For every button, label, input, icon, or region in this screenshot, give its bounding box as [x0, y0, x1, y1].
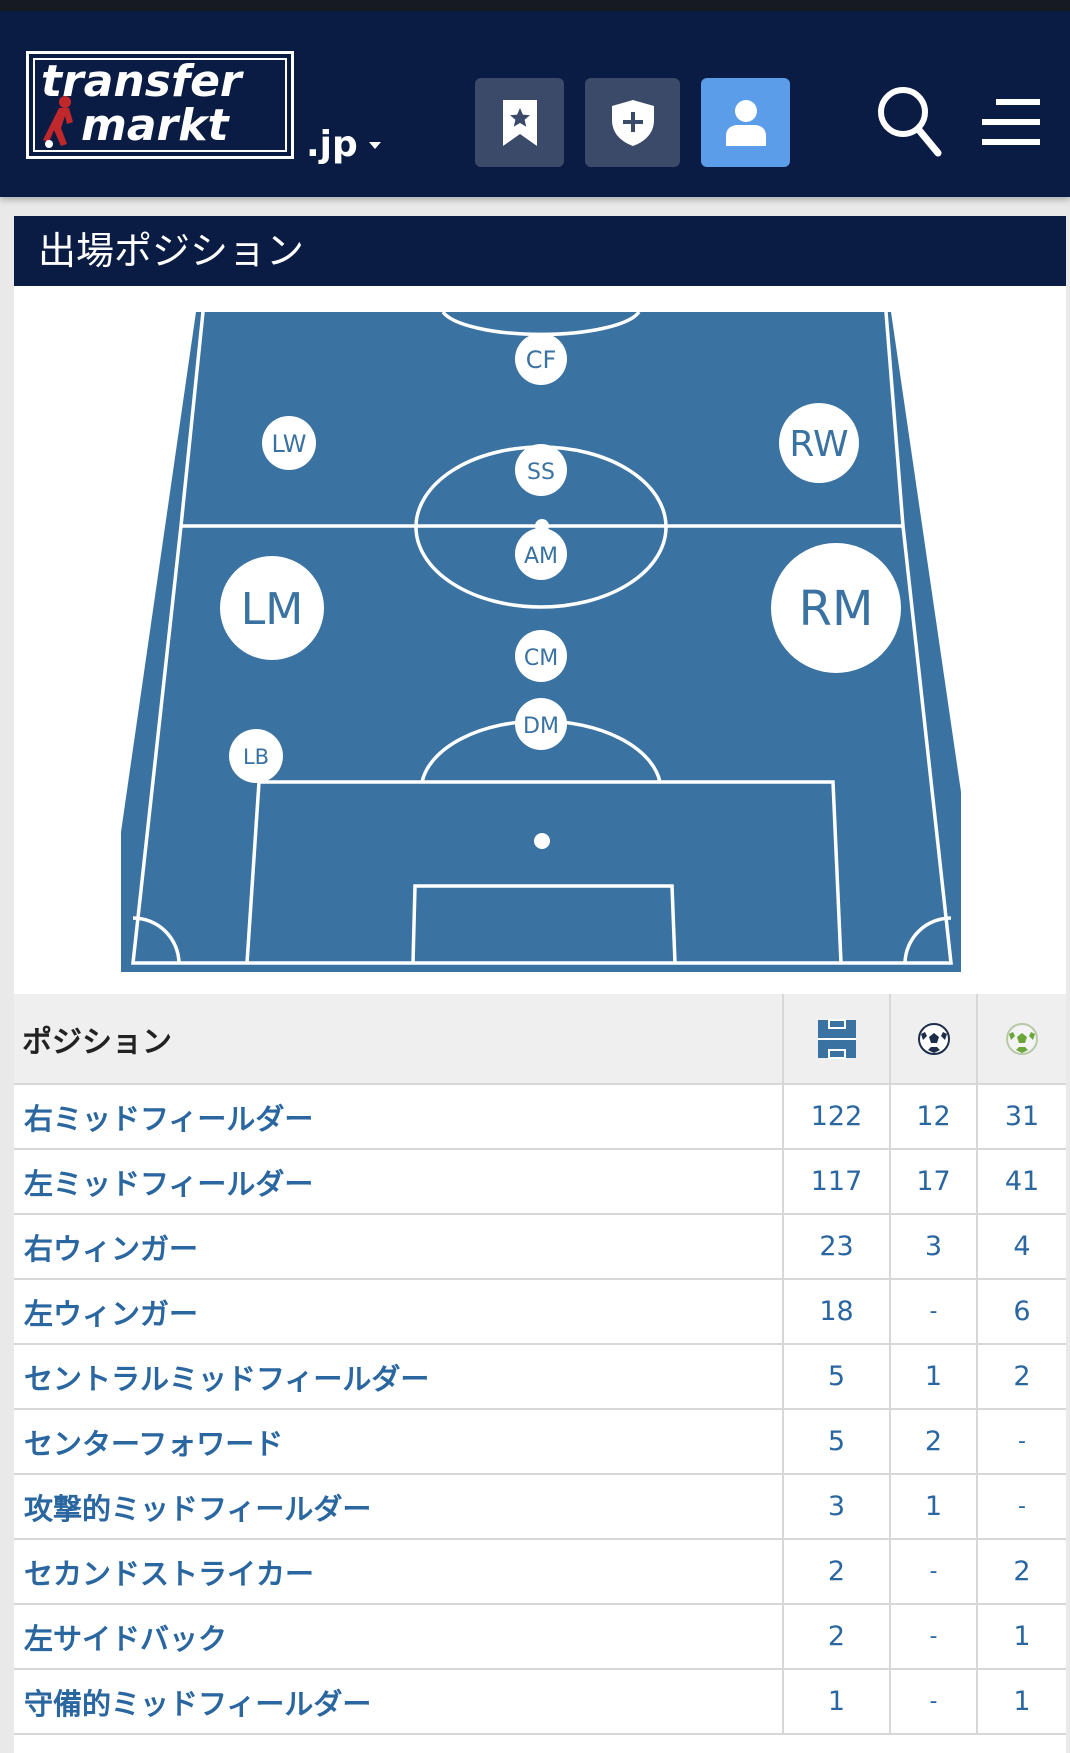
- appearances-value: 117: [782, 1149, 890, 1215]
- position-marker-rw[interactable]: RW: [779, 403, 859, 483]
- appearances-value: 5: [782, 1409, 890, 1475]
- club-follow-button[interactable]: [585, 78, 680, 167]
- assists-value: -: [976, 1474, 1066, 1540]
- position-link[interactable]: 左ウィンガー: [14, 1279, 783, 1345]
- svg-text:AM: AM: [524, 544, 558, 569]
- svg-text:CM: CM: [524, 646, 558, 671]
- assists-value: 4: [976, 1214, 1066, 1280]
- goals-column-header[interactable]: [889, 994, 977, 1085]
- position-link[interactable]: 攻撃的ミッドフィールダー: [14, 1474, 783, 1540]
- appearances-value: 1: [782, 1669, 890, 1735]
- goals-value: -: [889, 1279, 977, 1345]
- position-link[interactable]: セカンドストライカー: [14, 1539, 783, 1605]
- table-row: 右ウィンガー 23 3 4: [14, 1214, 1066, 1280]
- goals-value: 17: [889, 1149, 977, 1215]
- logo-text-transfer: transfer: [41, 56, 242, 107]
- assists-value: 1: [976, 1604, 1066, 1670]
- domain-selector[interactable]: .jp: [306, 125, 358, 165]
- pitch-icon: [817, 1018, 856, 1059]
- goals-value: 2: [889, 1409, 977, 1475]
- user-account-button[interactable]: [701, 78, 790, 167]
- table-header-row: ポジション: [14, 994, 1066, 1085]
- assists-value: 2: [976, 1539, 1066, 1605]
- assists-value: -: [976, 1409, 1066, 1475]
- position-marker-lw[interactable]: LW: [262, 416, 316, 470]
- position-marker-lb[interactable]: LB: [229, 729, 283, 783]
- goals-value: 1: [889, 1344, 977, 1410]
- svg-text:LM: LM: [241, 584, 303, 635]
- goals-value: -: [889, 1669, 977, 1735]
- pitch-diagram: CF LW SS RW AM LM RM CM DM LB: [121, 312, 961, 972]
- assists-value: 1: [976, 1669, 1066, 1735]
- position-marker-cf[interactable]: CF: [515, 333, 567, 385]
- caret-down-icon[interactable]: [369, 142, 381, 149]
- shield-plus-icon: [611, 99, 654, 146]
- svg-text:RM: RM: [799, 581, 874, 637]
- table-row: センターフォワード 5 2 -: [14, 1409, 1066, 1475]
- position-marker-cm[interactable]: CM: [515, 630, 567, 682]
- appearances-value: 5: [782, 1344, 890, 1410]
- appearances-value: 18: [782, 1279, 890, 1345]
- assists-column-header[interactable]: [976, 994, 1066, 1085]
- table-row: 左サイドバック 2 - 1: [14, 1604, 1066, 1670]
- position-marker-dm[interactable]: DM: [515, 698, 567, 750]
- section-title: 出場ポジション: [14, 216, 1066, 286]
- position-link[interactable]: 右ウィンガー: [14, 1214, 783, 1280]
- logo-text-markt: markt: [81, 100, 229, 151]
- assists-value: 6: [976, 1279, 1066, 1345]
- svg-text:DM: DM: [523, 714, 559, 739]
- watchlist-button[interactable]: [475, 78, 564, 167]
- assists-value: 41: [976, 1149, 1066, 1215]
- status-strip: [0, 0, 1070, 11]
- goals-value: -: [889, 1539, 977, 1605]
- bookmark-star-icon: [502, 99, 537, 146]
- table-row: セントラルミッドフィールダー 5 1 2: [14, 1344, 1066, 1410]
- position-link[interactable]: 左ミッドフィールダー: [14, 1149, 783, 1215]
- assist-ball-icon: [1006, 1022, 1038, 1055]
- ball-icon: [917, 1022, 950, 1055]
- svg-text:RW: RW: [789, 424, 848, 465]
- appearances-value: 2: [782, 1539, 890, 1605]
- position-marker-lm[interactable]: LM: [220, 556, 324, 660]
- table-row: セカンドストライカー 2 - 2: [14, 1539, 1066, 1605]
- table-row: 攻撃的ミッドフィールダー 3 1 -: [14, 1474, 1066, 1540]
- svg-text:CF: CF: [526, 346, 557, 374]
- goals-value: 1: [889, 1474, 977, 1540]
- appearances-value: 3: [782, 1474, 890, 1540]
- goals-value: -: [889, 1604, 977, 1670]
- table-row: 右ミッドフィールダー 122 12 31: [14, 1084, 1066, 1150]
- position-link[interactable]: 守備的ミッドフィールダー: [14, 1669, 783, 1735]
- user-icon: [725, 99, 766, 146]
- search-icon[interactable]: [876, 85, 942, 157]
- assists-value: 2: [976, 1344, 1066, 1410]
- svg-text:LB: LB: [243, 745, 269, 769]
- position-marker-am[interactable]: AM: [515, 528, 567, 580]
- goals-value: 12: [889, 1084, 977, 1150]
- position-marker-ss[interactable]: SS: [515, 444, 567, 496]
- position-link[interactable]: 左サイドバック: [14, 1604, 783, 1670]
- appearances-value: 23: [782, 1214, 890, 1280]
- position-link[interactable]: セントラルミッドフィールダー: [14, 1344, 783, 1410]
- appearances-column-header[interactable]: [782, 994, 890, 1085]
- svg-text:SS: SS: [527, 460, 555, 485]
- position-marker-rm[interactable]: RM: [771, 543, 901, 673]
- appearances-value: 2: [782, 1604, 890, 1670]
- assists-value: 31: [976, 1084, 1066, 1150]
- position-column-header[interactable]: ポジション: [14, 994, 783, 1085]
- appearances-value: 122: [782, 1084, 890, 1150]
- table-row: 守備的ミッドフィールダー 1 - 1: [14, 1669, 1066, 1735]
- table-row: 左ウィンガー 18 - 6: [14, 1279, 1066, 1345]
- site-header: transfer markt .jp: [0, 11, 1070, 197]
- positions-panel: 出場ポジション CF LW SS RW AM LM RM CM DM LB ポジ…: [14, 216, 1066, 1753]
- hamburger-menu-icon[interactable]: [982, 95, 1040, 149]
- svg-text:LW: LW: [272, 430, 307, 458]
- position-link[interactable]: 右ミッドフィールダー: [14, 1084, 783, 1150]
- position-link[interactable]: センターフォワード: [14, 1409, 783, 1475]
- transfermarkt-logo[interactable]: transfer markt: [26, 51, 294, 159]
- table-row: 左ミッドフィールダー 117 17 41: [14, 1149, 1066, 1215]
- positions-table: ポジション 右ミッドフィールダー 122 12 31 左ミッドフィールダー 11…: [14, 994, 1066, 1735]
- goals-value: 3: [889, 1214, 977, 1280]
